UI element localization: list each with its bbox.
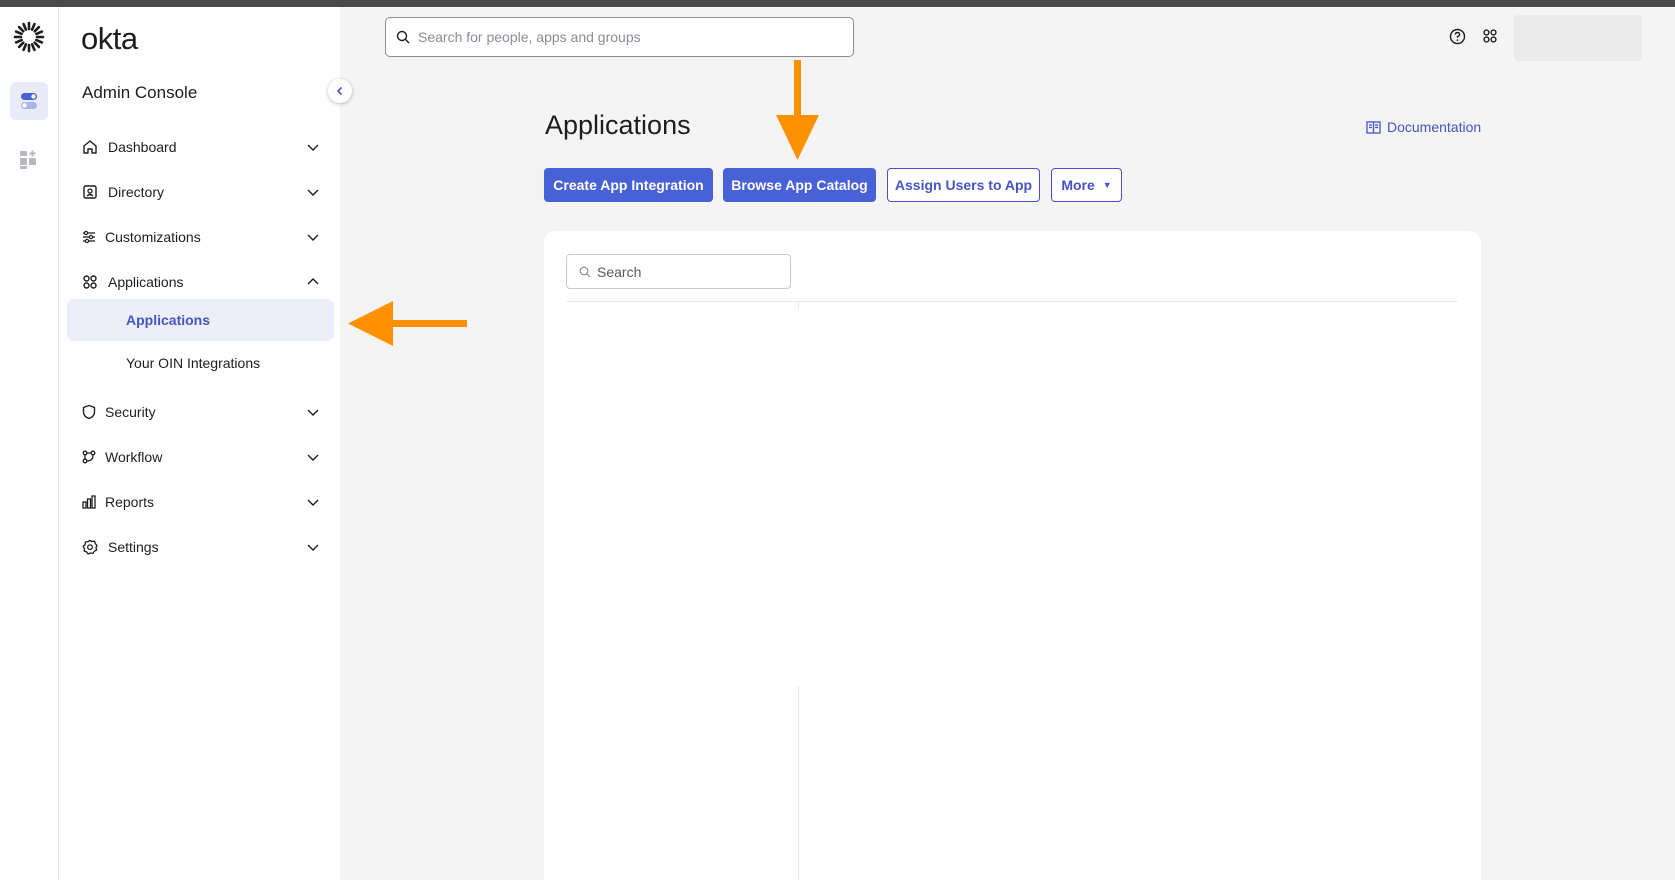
chevron-down-icon <box>307 144 319 151</box>
sidebar-item-label: Reports <box>105 494 155 510</box>
sidebar-subitem-oin-integrations[interactable]: Your OIN Integrations <box>67 342 334 384</box>
okta-logo[interactable]: okta <box>81 21 138 57</box>
sidebar-item-dashboard[interactable]: Dashboard <box>81 132 321 162</box>
grid-icon <box>81 273 99 291</box>
sidebar-item-label: Directory <box>108 184 165 200</box>
sidebar-item-label: Workflow <box>105 449 163 465</box>
app-rail <box>0 7 59 880</box>
chevron-down-icon <box>307 409 319 416</box>
search-icon <box>579 266 591 277</box>
column-divider <box>798 686 799 880</box>
column-divider <box>798 301 799 309</box>
page-title: Applications <box>545 110 691 140</box>
global-search[interactable] <box>385 17 854 57</box>
shield-icon <box>81 403 97 421</box>
sidebar-item-reports[interactable]: Reports <box>81 487 321 517</box>
sidebar-item-label: Dashboard <box>108 139 177 155</box>
left-arrow-annotation <box>348 301 467 346</box>
more-label: More <box>1061 177 1095 193</box>
sidebar: okta Admin Console Dashboard Directory C… <box>59 7 340 880</box>
app-search[interactable] <box>566 254 791 289</box>
sidebar-item-label: Applications <box>108 274 184 290</box>
sidebar-item-applications[interactable]: Applications <box>81 267 321 297</box>
app-window: okta Admin Console Dashboard Directory C… <box>0 7 1675 880</box>
more-dropdown-button[interactable]: More ▼ <box>1051 168 1122 202</box>
chevron-up-icon <box>307 278 319 285</box>
chevron-down-icon <box>307 189 319 196</box>
help-icon[interactable] <box>1447 26 1467 46</box>
caret-down-icon: ▼ <box>1102 180 1112 190</box>
documentation-link[interactable]: Documentation <box>1366 119 1481 135</box>
sidebar-item-label: Security <box>105 404 156 420</box>
workflow-icon <box>81 448 97 466</box>
browse-app-catalog-button[interactable]: Browse App Catalog <box>723 168 876 202</box>
sliders-icon <box>81 228 97 246</box>
add-apps-icon[interactable] <box>10 141 48 179</box>
admin-toggle-icon[interactable] <box>10 82 48 120</box>
home-icon <box>81 138 99 156</box>
collapse-sidebar-button[interactable] <box>328 79 352 103</box>
sidebar-subitem-applications[interactable]: Applications <box>67 299 334 341</box>
chevron-down-icon <box>307 499 319 506</box>
book-icon <box>1366 120 1381 134</box>
chart-icon <box>81 493 97 511</box>
app-switcher-icon[interactable] <box>1480 26 1500 46</box>
user-menu[interactable] <box>1514 15 1642 61</box>
sidebar-item-workflow[interactable]: Workflow <box>81 442 321 472</box>
assign-users-to-app-button[interactable]: Assign Users to App <box>887 168 1040 202</box>
sidebar-item-security[interactable]: Security <box>81 397 321 427</box>
sidebar-item-label: Settings <box>108 539 159 555</box>
sidebar-item-directory[interactable]: Directory <box>81 177 321 207</box>
console-title: Admin Console <box>82 83 198 102</box>
okta-sunburst-icon[interactable] <box>12 20 46 54</box>
sidebar-item-settings[interactable]: Settings <box>81 532 321 562</box>
applications-card <box>544 231 1481 880</box>
gear-icon <box>81 538 99 556</box>
documentation-link-label: Documentation <box>1387 119 1482 135</box>
chevron-down-icon <box>307 454 319 461</box>
chevron-left-icon <box>336 86 343 96</box>
divider <box>566 301 1458 302</box>
directory-icon <box>81 183 99 201</box>
down-arrow-annotation <box>776 60 819 160</box>
create-app-integration-button[interactable]: Create App Integration <box>544 168 713 202</box>
search-icon <box>396 30 410 44</box>
app-search-input[interactable] <box>597 263 777 280</box>
sidebar-item-customizations[interactable]: Customizations <box>81 222 321 252</box>
chevron-down-icon <box>307 544 319 551</box>
global-search-input[interactable] <box>418 29 838 45</box>
sidebar-item-label: Customizations <box>105 229 201 245</box>
chevron-down-icon <box>307 234 319 241</box>
